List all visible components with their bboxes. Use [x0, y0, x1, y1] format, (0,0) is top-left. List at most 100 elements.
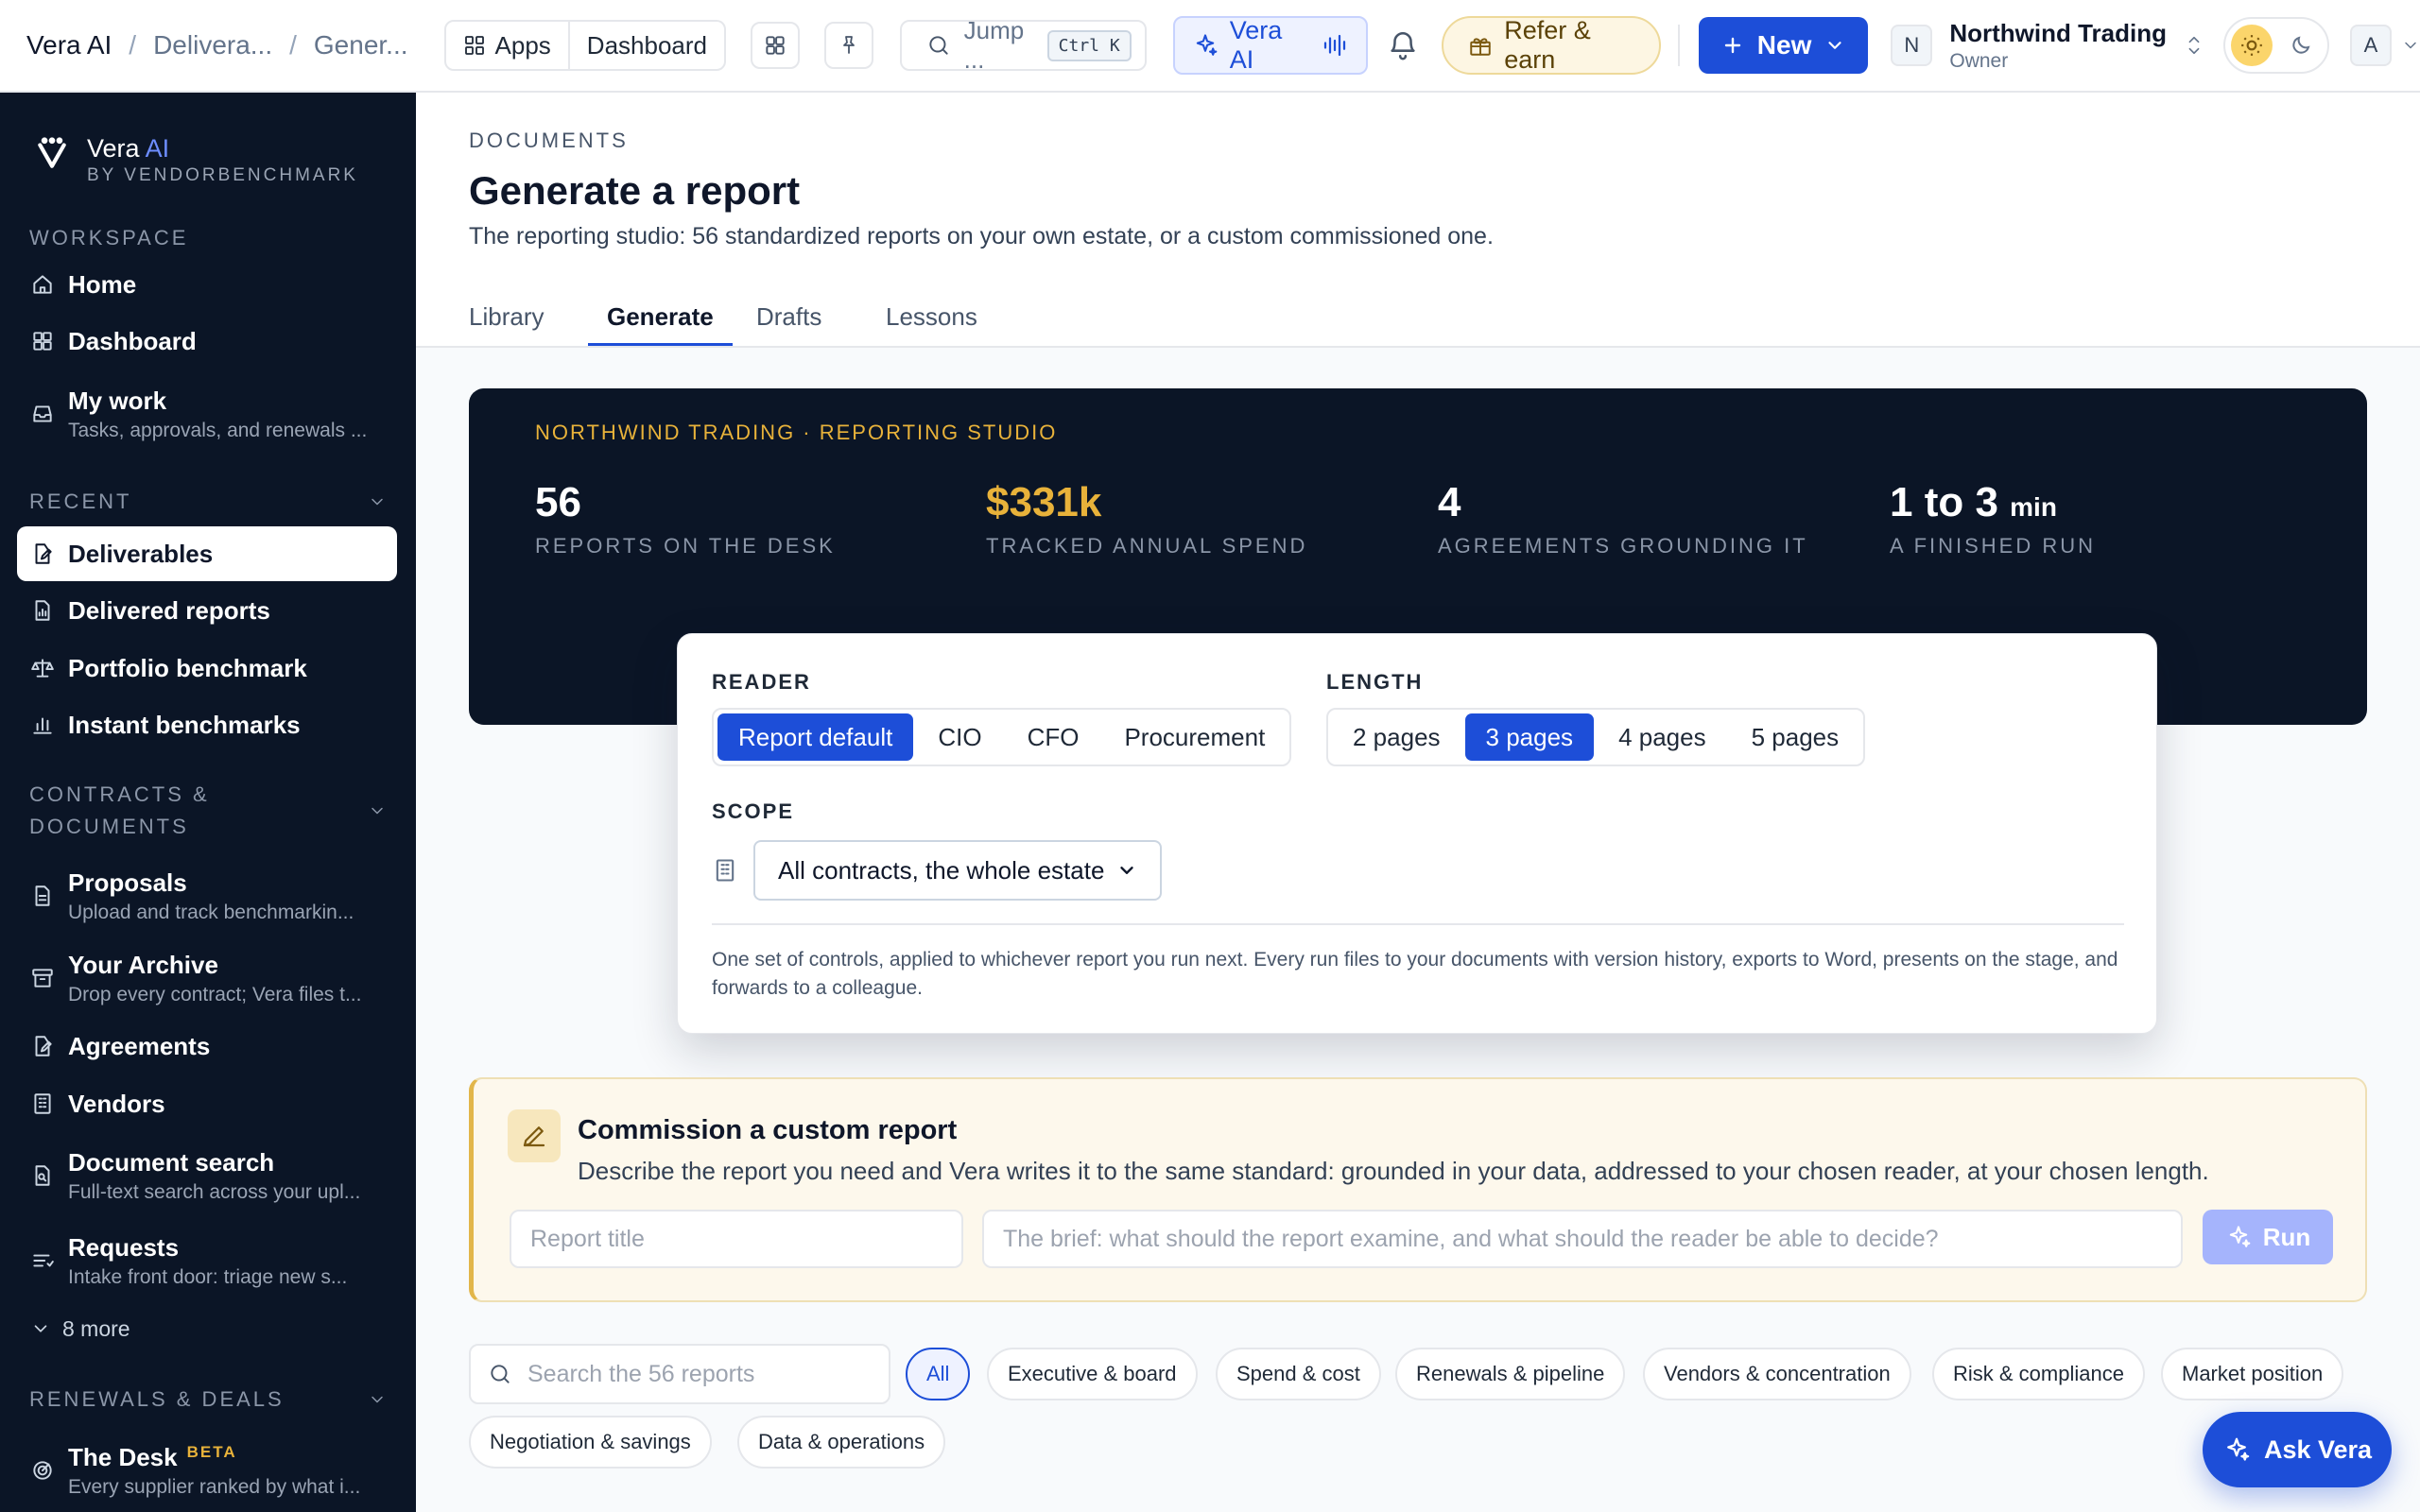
- sidebar-item-label: Portfolio benchmark: [68, 653, 307, 682]
- sidebar-item-home[interactable]: Home: [17, 256, 397, 313]
- reader-option-default[interactable]: Report default: [717, 713, 914, 761]
- sidebar-item-the-desk[interactable]: The Desk BETA Every supplier ranked by wha…: [17, 1433, 397, 1508]
- layout-grid-icon: [763, 33, 787, 58]
- length-option-2[interactable]: 2 pages: [1332, 713, 1461, 761]
- reader-option-procurement[interactable]: Procurement: [1103, 713, 1286, 761]
- refer-earn-button[interactable]: Refer & earn: [1442, 16, 1661, 75]
- bar-chart-icon: [30, 713, 55, 737]
- document-search-icon: [30, 1163, 55, 1188]
- report-brief-input[interactable]: The brief: what should the report examin…: [982, 1210, 2183, 1268]
- stat-unit: min: [2010, 492, 2057, 522]
- filter-chip-spend[interactable]: Spend & cost: [1216, 1348, 1381, 1400]
- sidebar-item-sub: Tasks, approvals, and renewals ...: [68, 419, 368, 441]
- filter-chip-negotiation[interactable]: Negotiation & savings: [469, 1416, 712, 1469]
- section-contracts[interactable]: CONTRACTS & DOCUMENTS: [0, 779, 416, 843]
- sidebar-item-deliverables[interactable]: Deliverables: [17, 526, 397, 581]
- sidebar-item-vendors[interactable]: Vendors: [17, 1075, 397, 1132]
- refer-earn-label: Refer & earn: [1504, 16, 1591, 74]
- filter-chip-risk[interactable]: Risk & compliance: [1932, 1348, 2145, 1400]
- filter-chip-renewals[interactable]: Renewals & pipeline: [1395, 1348, 1626, 1400]
- sparkle-icon: [2222, 1435, 2251, 1464]
- vera-ai-button[interactable]: Vera AI: [1172, 16, 1369, 75]
- reports-search-input[interactable]: Search the 56 reports: [469, 1344, 890, 1404]
- ask-vera-button[interactable]: Ask Vera: [2203, 1412, 2392, 1487]
- moon-icon[interactable]: [2280, 25, 2322, 66]
- section-renewals[interactable]: RENEWALS & DEALS: [0, 1387, 416, 1412]
- sidebar-item-label: Deliverables: [68, 539, 214, 568]
- sidebar-item-label: Document search: [68, 1147, 275, 1177]
- sidebar-item-my-work[interactable]: My work Tasks, approvals, and renewals ..…: [17, 376, 397, 452]
- breadcrumb-separator: /: [129, 30, 137, 60]
- length-option-5[interactable]: 5 pages: [1731, 713, 1860, 761]
- user-menu[interactable]: A: [2350, 25, 2420, 66]
- jump-search[interactable]: Jump ... Ctrl K: [899, 16, 1147, 74]
- filter-chip-data[interactable]: Data & operations: [737, 1416, 946, 1469]
- reader-option-cio[interactable]: CIO: [917, 713, 1002, 761]
- brand[interactable]: Vera AI BY VENDORBENCHMARK: [34, 134, 358, 186]
- controls-note: One set of controls, applied to whicheve…: [712, 949, 2118, 999]
- report-brief-placeholder: The brief: what should the report examin…: [1003, 1225, 1939, 1252]
- layout-button[interactable]: [751, 22, 800, 69]
- section-recent[interactable]: RECENT: [0, 490, 416, 514]
- new-button[interactable]: New: [1698, 17, 1869, 74]
- stat-label: TRACKED ANNUAL SPEND: [986, 534, 1308, 558]
- sidebar-item-label: Your Archive: [68, 950, 218, 979]
- sidebar-item-label: Home: [68, 269, 137, 299]
- voice-waveform-icon[interactable]: [1321, 31, 1349, 60]
- stat-label: AGREEMENTS GROUNDING IT: [1438, 534, 1808, 558]
- sidebar-item-instant-benchmarks[interactable]: Instant benchmarks: [17, 696, 397, 753]
- scale-icon: [30, 656, 55, 680]
- sidebar-item-archive[interactable]: Your Archive Drop every contract; Vera fi…: [17, 940, 397, 1016]
- filter-chip-market[interactable]: Market position: [2161, 1348, 2344, 1400]
- tab-generate[interactable]: Generate: [588, 302, 733, 346]
- report-icon: [30, 598, 55, 623]
- tab-library[interactable]: Library: [450, 302, 562, 346]
- length-label: LENGTH: [1326, 670, 1424, 694]
- section-workspace: WORKSPACE: [0, 226, 416, 250]
- archive-icon: [30, 966, 55, 990]
- report-title-input[interactable]: Report title: [510, 1210, 963, 1268]
- sidebar-item-proposals[interactable]: Proposals Upload and track benchmarkin...: [17, 858, 397, 934]
- new-label: New: [1756, 30, 1812, 60]
- user-avatar: A: [2350, 25, 2393, 66]
- commission-panel: Commission a custom report Describe the …: [469, 1077, 2367, 1302]
- chevron-down-icon: [30, 1318, 51, 1339]
- scope-select[interactable]: All contracts, the whole estate: [753, 840, 1162, 901]
- breadcrumb-deliverables[interactable]: Delivera...: [153, 30, 272, 60]
- sidebar-item-dashboard[interactable]: Dashboard: [17, 313, 397, 369]
- stat-value: 1 to 3: [1890, 479, 1998, 525]
- sidebar-item-delivered-reports[interactable]: Delivered reports: [17, 582, 397, 639]
- dashboard-button[interactable]: Dashboard: [567, 22, 724, 69]
- sun-icon[interactable]: [2231, 25, 2273, 66]
- filter-chip-all[interactable]: All: [906, 1348, 971, 1400]
- sidebar-item-agreements[interactable]: Agreements: [17, 1018, 397, 1074]
- org-switcher[interactable]: N Northwind Trading Owner: [1891, 19, 2204, 73]
- reader-option-cfo[interactable]: CFO: [1007, 713, 1100, 761]
- sidebar-item-sub: Upload and track benchmarkin...: [68, 901, 354, 923]
- theme-toggle[interactable]: [2223, 17, 2330, 74]
- sidebar-show-more[interactable]: 8 more: [17, 1306, 397, 1351]
- apps-button[interactable]: Apps: [446, 22, 568, 69]
- sidebar-item-document-search[interactable]: Document search Full-text search across y…: [17, 1138, 397, 1213]
- filter-chip-vendors[interactable]: Vendors & concentration: [1643, 1348, 1911, 1400]
- sidebar-item-portfolio-benchmark[interactable]: Portfolio benchmark: [17, 640, 397, 696]
- bell-icon[interactable]: [1387, 29, 1419, 61]
- card-divider: [712, 923, 2124, 925]
- breadcrumb-root[interactable]: Vera AI: [26, 30, 112, 60]
- building-icon: [30, 1091, 55, 1116]
- home-icon: [30, 272, 55, 297]
- sidebar-item-requests[interactable]: Requests Intake front door: triage new s.…: [17, 1223, 397, 1298]
- brand-name: Vera: [87, 134, 140, 163]
- run-button[interactable]: Run: [2203, 1210, 2333, 1264]
- length-option-4[interactable]: 4 pages: [1598, 713, 1727, 761]
- org-name: Northwind Trading: [1949, 18, 2168, 47]
- filter-chip-executive[interactable]: Executive & board: [987, 1348, 1198, 1400]
- tab-drafts[interactable]: Drafts: [737, 302, 840, 346]
- sidebar-item-sub: Intake front door: triage new s...: [68, 1265, 348, 1288]
- scope-value: All contracts, the whole estate: [778, 855, 1105, 885]
- search-shortcut: Ctrl K: [1046, 29, 1132, 61]
- pin-button[interactable]: [823, 22, 873, 69]
- sidebar-item-label: Agreements: [68, 1031, 211, 1060]
- tab-lessons[interactable]: Lessons: [867, 302, 996, 346]
- length-option-3[interactable]: 3 pages: [1464, 713, 1595, 761]
